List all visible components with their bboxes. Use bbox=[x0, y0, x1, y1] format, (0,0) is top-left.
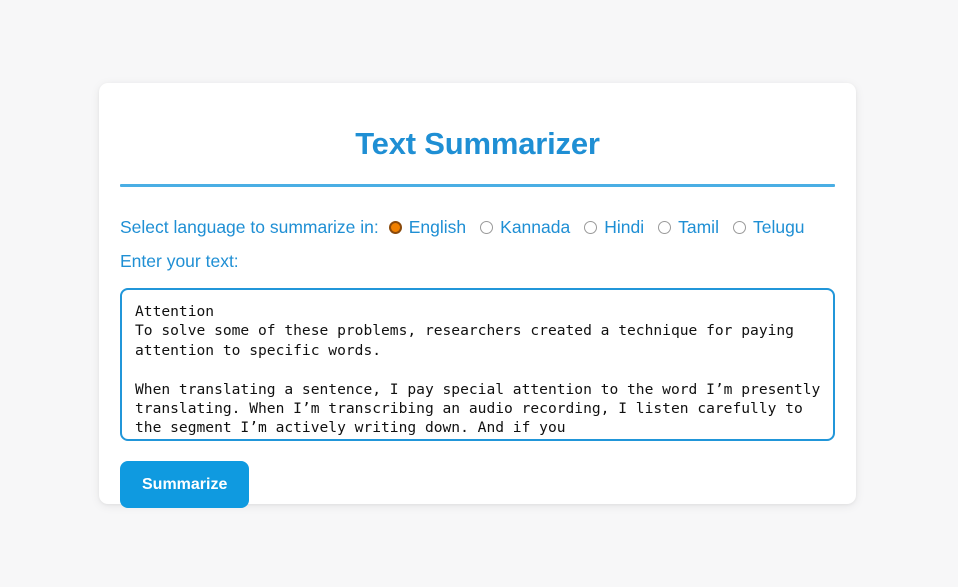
radio-dot-icon[interactable] bbox=[732, 220, 746, 234]
page-root: Text Summarizer Select language to summa… bbox=[0, 0, 958, 587]
radio-option-kannada[interactable]: Kannada bbox=[480, 217, 570, 237]
text-input-value[interactable]: Attention To solve some of these problem… bbox=[135, 302, 829, 438]
radio-option-english[interactable]: English bbox=[388, 217, 467, 237]
text-input-area[interactable]: Attention To solve some of these problem… bbox=[120, 288, 835, 441]
radio-label-tamil: Tamil bbox=[678, 217, 719, 237]
summarize-button[interactable]: Summarize bbox=[120, 461, 250, 508]
radio-option-hindi[interactable]: Hindi bbox=[584, 217, 644, 237]
language-selection-row: Select language to summarize in: English… bbox=[120, 217, 835, 237]
card-content: Text Summarizer Select language to summa… bbox=[120, 83, 835, 508]
radio-dot-icon[interactable] bbox=[584, 220, 598, 234]
radio-dot-icon[interactable] bbox=[480, 220, 494, 234]
radio-dot-icon[interactable] bbox=[658, 220, 672, 234]
radio-option-telugu[interactable]: Telugu bbox=[732, 217, 805, 237]
language-prompt-label: Select language to summarize in: bbox=[120, 217, 379, 237]
page-title: Text Summarizer bbox=[355, 126, 600, 161]
title-divider bbox=[120, 184, 835, 187]
radio-label-english: English bbox=[408, 217, 467, 237]
radio-dot-icon[interactable] bbox=[388, 220, 402, 234]
radio-option-tamil[interactable]: Tamil bbox=[658, 217, 719, 237]
summarizer-card: Text Summarizer Select language to summa… bbox=[99, 83, 856, 508]
language-radio-group[interactable]: English Kannada Hindi Tamil Telugu bbox=[388, 217, 805, 237]
radio-label-hindi: Hindi bbox=[604, 217, 645, 237]
radio-label-telugu: Telugu bbox=[752, 217, 805, 237]
radio-label-kannada: Kannada bbox=[500, 217, 571, 237]
text-input-label: Enter your text: bbox=[120, 251, 239, 271]
